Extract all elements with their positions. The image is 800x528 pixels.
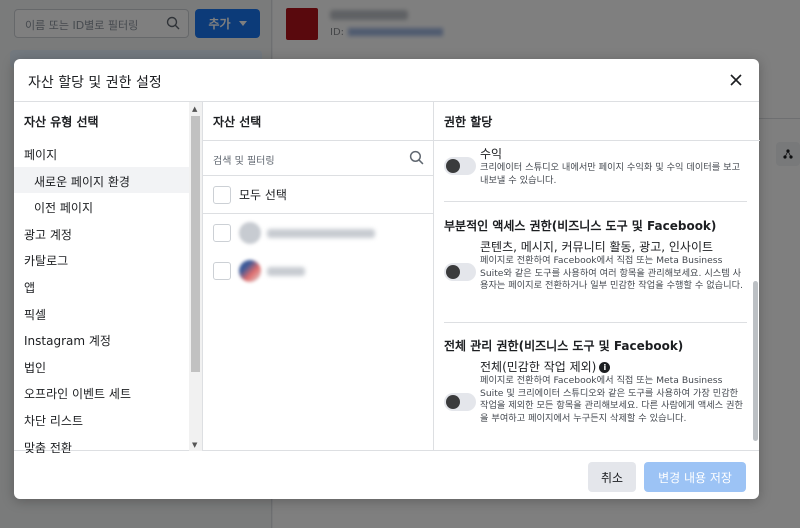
search-icon bbox=[409, 150, 424, 168]
asset-type-item[interactable]: 앱 bbox=[14, 273, 189, 300]
asset-type-item[interactable]: 오프라인 이벤트 세트 bbox=[14, 379, 189, 406]
asset-type-item[interactable]: 법인 bbox=[14, 353, 189, 380]
permission-column: 권한 할당 수익 크리에이터 스튜디오 내에서만 페이지 수익화 및 수익 데이… bbox=[433, 102, 760, 451]
scroll-up-icon[interactable]: ▲ bbox=[192, 105, 197, 113]
asset-type-item[interactable]: 페이지 bbox=[14, 140, 189, 167]
partial-access-name: 콘텐츠, 메시지, 커뮤니티 활동, 광고, 인사이트 bbox=[480, 240, 714, 254]
select-all-label: 모두 선택 bbox=[239, 188, 287, 202]
revenue-permission: 수익 크리에이터 스튜디오 내에서만 페이지 수익화 및 수익 데이터를 보고 … bbox=[444, 147, 747, 187]
full-access-title: 전체 관리 권한(비즈니스 도구 및 Facebook) bbox=[444, 339, 684, 353]
full-access-name-line: 전체(민감한 작업 제외) i bbox=[480, 360, 747, 375]
dialog-title: 자산 할당 및 권한 설정 bbox=[28, 75, 162, 91]
asset-row[interactable] bbox=[203, 252, 433, 290]
asset-type-item[interactable]: 광고 계정 bbox=[14, 220, 189, 247]
toggle-knob bbox=[446, 265, 460, 279]
full-access-section: 전체 관리 권한(비즈니스 도구 및 Facebook) 전체(민감한 작업 제… bbox=[444, 337, 747, 425]
asset-type-column: 자산 유형 선택 페이지 새로운 페이지 환경 이전 페이지 광고 계정 카탈로그 앱 픽셀… bbox=[14, 102, 202, 455]
permission-list: 수익 크리에이터 스튜디오 내에서만 페이지 수익화 및 수익 데이터를 보고 … bbox=[434, 140, 760, 451]
asset-name-redacted bbox=[267, 266, 305, 276]
save-changes-button[interactable]: 변경 내용 저장 bbox=[644, 462, 746, 492]
asset-type-item[interactable]: 새로운 페이지 환경 bbox=[14, 166, 189, 194]
select-all-checkbox[interactable] bbox=[213, 185, 231, 204]
asset-type-item[interactable]: Instagram 계정 bbox=[14, 326, 189, 353]
toggle-knob bbox=[446, 395, 460, 409]
scrollbar-thumb[interactable] bbox=[191, 116, 200, 372]
revenue-toggle[interactable] bbox=[444, 157, 476, 175]
asset-avatar bbox=[239, 222, 261, 244]
close-icon bbox=[730, 74, 742, 86]
revenue-desc: 크리에이터 스튜디오 내에서만 페이지 수익화 및 수익 데이터를 보고 내보낼… bbox=[480, 162, 741, 186]
select-all-row[interactable]: 모두 선택 bbox=[203, 176, 433, 214]
asset-type-header: 자산 유형 선택 bbox=[24, 115, 99, 129]
cancel-button[interactable]: 취소 bbox=[588, 462, 636, 492]
scroll-down-icon[interactable]: ▼ bbox=[192, 441, 197, 449]
full-access-row: 전체(민감한 작업 제외) i 페이지로 전환하여 Facebook에서 직접 또… bbox=[444, 360, 747, 425]
dialog-body: 자산 유형 선택 페이지 새로운 페이지 환경 이전 페이지 광고 계정 카탈로그 앱 픽셀… bbox=[14, 101, 760, 455]
asset-type-list: 페이지 새로운 페이지 환경 이전 페이지 광고 계정 카탈로그 앱 픽셀 Instagram… bbox=[14, 140, 189, 459]
partial-access-section: 부분적인 액세스 권한(비즈니스 도구 및 Facebook) 콘텐츠, 메시지… bbox=[444, 217, 747, 293]
section-divider bbox=[444, 201, 747, 202]
toggle-knob bbox=[446, 159, 460, 173]
assign-assets-dialog: 자산 할당 및 권한 설정 자산 유형 선택 페이지 새로운 페이지 환경 이전 페… bbox=[14, 59, 760, 499]
asset-type-item[interactable]: 픽셀 bbox=[14, 300, 189, 327]
asset-select-header: 자산 선택 bbox=[213, 115, 262, 129]
info-icon[interactable]: i bbox=[599, 362, 611, 373]
partial-access-toggle[interactable] bbox=[444, 263, 476, 281]
permission-scrollbar[interactable] bbox=[753, 281, 758, 441]
asset-checkbox[interactable] bbox=[213, 262, 231, 280]
asset-checkbox[interactable] bbox=[213, 224, 231, 242]
full-access-toggle[interactable] bbox=[444, 393, 476, 411]
asset-type-item[interactable]: 이전 페이지 bbox=[14, 193, 189, 220]
revenue-row: 수익 크리에이터 스튜디오 내에서만 페이지 수익화 및 수익 데이터를 보고 … bbox=[444, 147, 747, 187]
asset-select-column: 자산 선택 검색 및 필터링 모두 선택 bbox=[202, 102, 433, 451]
full-access-desc: 페이지로 전환하여 Facebook에서 직접 또는 Meta Business… bbox=[480, 375, 743, 424]
asset-type-item[interactable]: 카탈로그 bbox=[14, 246, 189, 273]
close-button[interactable] bbox=[725, 69, 747, 91]
asset-name-redacted bbox=[267, 228, 375, 238]
asset-search-input[interactable]: 검색 및 필터링 bbox=[203, 140, 433, 176]
asset-row[interactable] bbox=[203, 214, 433, 252]
partial-access-desc: 페이지로 전환하여 Facebook에서 직접 또는 Meta Business… bbox=[480, 255, 743, 291]
section-divider bbox=[444, 322, 747, 323]
asset-avatar bbox=[239, 260, 261, 282]
revenue-name: 수익 bbox=[480, 147, 503, 161]
asset-search-placeholder: 검색 및 필터링 bbox=[213, 156, 275, 167]
asset-type-item[interactable]: 차단 리스트 bbox=[14, 406, 189, 433]
full-access-name: 전체(민감한 작업 제외) bbox=[480, 360, 597, 374]
asset-type-scrollbar[interactable]: ▲ ▼ bbox=[189, 102, 202, 451]
partial-access-row: 콘텐츠, 메시지, 커뮤니티 활동, 광고, 인사이트 페이지로 전환하여 Fa… bbox=[444, 240, 747, 293]
asset-type-item[interactable]: 맞춤 전환 bbox=[14, 433, 189, 460]
partial-access-title: 부분적인 액세스 권한(비즈니스 도구 및 Facebook) bbox=[444, 219, 717, 233]
permission-header: 권한 할당 bbox=[444, 115, 493, 129]
